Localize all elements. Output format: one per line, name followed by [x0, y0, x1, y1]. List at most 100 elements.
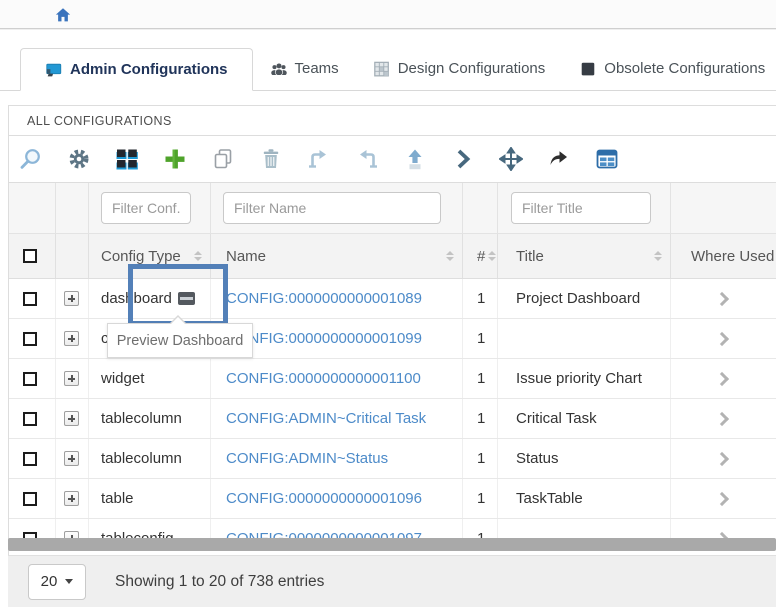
page-size-value: 20: [41, 573, 58, 590]
sort-icon[interactable]: [654, 251, 662, 261]
row-checkbox[interactable]: [23, 372, 37, 386]
row-checkbox[interactable]: [23, 412, 37, 426]
dark-square-icon: [579, 61, 597, 77]
title-value: Status: [516, 450, 559, 467]
config-link[interactable]: CONFIG:0000000000001096: [226, 490, 422, 507]
expand-row-icon[interactable]: [64, 411, 79, 426]
filter-name-input[interactable]: [223, 192, 441, 224]
design-grid-icon: [373, 61, 391, 77]
sort-icon[interactable]: [194, 251, 202, 261]
where-used-chevron-icon[interactable]: [714, 491, 728, 505]
config-link[interactable]: CONFIG:ADMIN~Status: [226, 450, 388, 467]
people-icon: [270, 61, 288, 77]
table-row[interactable]: tableconfig CONFIG:0000000000001097 1: [9, 519, 776, 539]
arrow-turn-left-icon[interactable]: [355, 147, 379, 171]
config-link[interactable]: CONFIG:0000000000001089: [226, 290, 422, 307]
add-plus-icon[interactable]: [163, 147, 187, 171]
count-value: 1: [477, 490, 485, 507]
count-value: 1: [477, 410, 485, 427]
column-header-name[interactable]: Name: [226, 248, 266, 265]
column-header-count[interactable]: #: [477, 248, 485, 265]
sort-icon[interactable]: [446, 251, 454, 261]
config-link[interactable]: CONFIG:ADMIN~Critical Task: [226, 410, 426, 427]
arrow-turn-right-icon[interactable]: [307, 147, 331, 171]
column-header-config-type[interactable]: Config Type: [101, 248, 181, 265]
tab-obsolete-configurations[interactable]: Obsolete Configurations: [562, 47, 776, 90]
row-checkbox[interactable]: [23, 292, 37, 306]
expand-row-icon[interactable]: [64, 491, 79, 506]
table-row[interactable]: tablecolumn CONFIG:ADMIN~Critical Task 1…: [9, 399, 776, 439]
page-size-dropdown[interactable]: 20: [28, 564, 86, 600]
configurations-table: Config Type Name # Title Where Used: [9, 183, 776, 539]
monitor-icon: [45, 62, 63, 78]
count-value: 1: [477, 450, 485, 467]
where-used-chevron-icon[interactable]: [714, 451, 728, 465]
toolbar: [9, 136, 776, 183]
tab-bar: Admin Configurations Teams Design Config…: [0, 47, 776, 91]
title-value: Critical Task: [516, 410, 597, 427]
upload-icon[interactable]: [403, 147, 427, 171]
row-checkbox[interactable]: [23, 332, 37, 346]
config-type-value: table: [101, 490, 134, 507]
filter-config-type-input[interactable]: [101, 192, 191, 224]
count-value: 1: [477, 330, 485, 347]
home-icon[interactable]: [54, 6, 72, 24]
tab-label: Admin Configurations: [70, 61, 228, 78]
select-all-checkbox[interactable]: [23, 249, 37, 263]
title-value: TaskTable: [516, 490, 583, 507]
chevron-down-icon: [65, 579, 73, 584]
panel-title: ALL CONFIGURATIONS: [9, 106, 776, 136]
sort-icon[interactable]: [488, 251, 496, 261]
search-icon[interactable]: [19, 147, 43, 171]
where-used-chevron-icon[interactable]: [714, 371, 728, 385]
where-used-chevron-icon[interactable]: [714, 331, 728, 345]
tab-admin-configurations[interactable]: Admin Configurations: [20, 48, 253, 91]
expand-row-icon[interactable]: [64, 291, 79, 306]
horizontal-scrollbar[interactable]: [8, 538, 776, 551]
expand-row-icon[interactable]: [64, 371, 79, 386]
table-row[interactable]: tablecolumn CONFIG:ADMIN~Status 1 Status: [9, 439, 776, 479]
preview-dashboard-tooltip: Preview Dashboard: [107, 323, 253, 358]
table-view-icon[interactable]: [595, 147, 619, 171]
share-forward-icon[interactable]: [547, 147, 571, 171]
move-all-icon[interactable]: [499, 147, 523, 171]
table-header-row: Config Type Name # Title Where Used: [9, 233, 776, 279]
filter-row: [9, 183, 776, 233]
column-header-where-used[interactable]: Where Used: [691, 248, 774, 265]
where-used-chevron-icon[interactable]: [714, 411, 728, 425]
pagination-footer: 20 Showing 1 to 20 of 738 entries: [8, 555, 776, 607]
config-type-value: dashboard: [101, 290, 172, 307]
expand-row-icon[interactable]: [64, 331, 79, 346]
table-body: dashboard CONFIG:0000000000001089 1 Proj…: [9, 279, 776, 539]
count-value: 1: [477, 290, 485, 307]
tab-label: Teams: [295, 60, 339, 77]
view-tiles-icon[interactable]: [115, 147, 139, 171]
filter-title-input[interactable]: [511, 192, 651, 224]
where-used-chevron-icon[interactable]: [714, 291, 728, 305]
expand-row-icon[interactable]: [64, 451, 79, 466]
tab-label: Design Configurations: [398, 60, 546, 77]
tab-teams[interactable]: Teams: [253, 47, 356, 90]
table-row[interactable]: dashboard CONFIG:0000000000001089 1 Proj…: [9, 279, 776, 319]
showing-entries-text: Showing 1 to 20 of 738 entries: [115, 573, 324, 591]
config-type-value: widget: [101, 370, 144, 387]
settings-gear-icon[interactable]: [67, 147, 91, 171]
table-row[interactable]: table CONFIG:0000000000001096 1 TaskTabl…: [9, 479, 776, 519]
tab-design-configurations[interactable]: Design Configurations: [356, 47, 563, 90]
config-type-value: tablecolumn: [101, 410, 182, 427]
title-value: Issue priority Chart: [516, 370, 642, 387]
row-checkbox[interactable]: [23, 492, 37, 506]
dashboard-icon[interactable]: [178, 292, 195, 305]
row-checkbox[interactable]: [23, 452, 37, 466]
config-link[interactable]: CONFIG:0000000000001100: [226, 370, 421, 387]
top-navigation-bar: [0, 0, 776, 29]
chevron-right-icon[interactable]: [451, 147, 475, 171]
column-header-title[interactable]: Title: [516, 248, 544, 265]
table-row[interactable]: widget CONFIG:0000000000001100 1 Issue p…: [9, 359, 776, 399]
title-value: Project Dashboard: [516, 290, 640, 307]
copy-icon[interactable]: [211, 147, 235, 171]
config-link[interactable]: CONFIG:0000000000001099: [226, 330, 422, 347]
delete-trash-icon[interactable]: [259, 147, 283, 171]
config-type-value: tablecolumn: [101, 450, 182, 467]
tooltip-text: Preview Dashboard: [117, 333, 244, 349]
